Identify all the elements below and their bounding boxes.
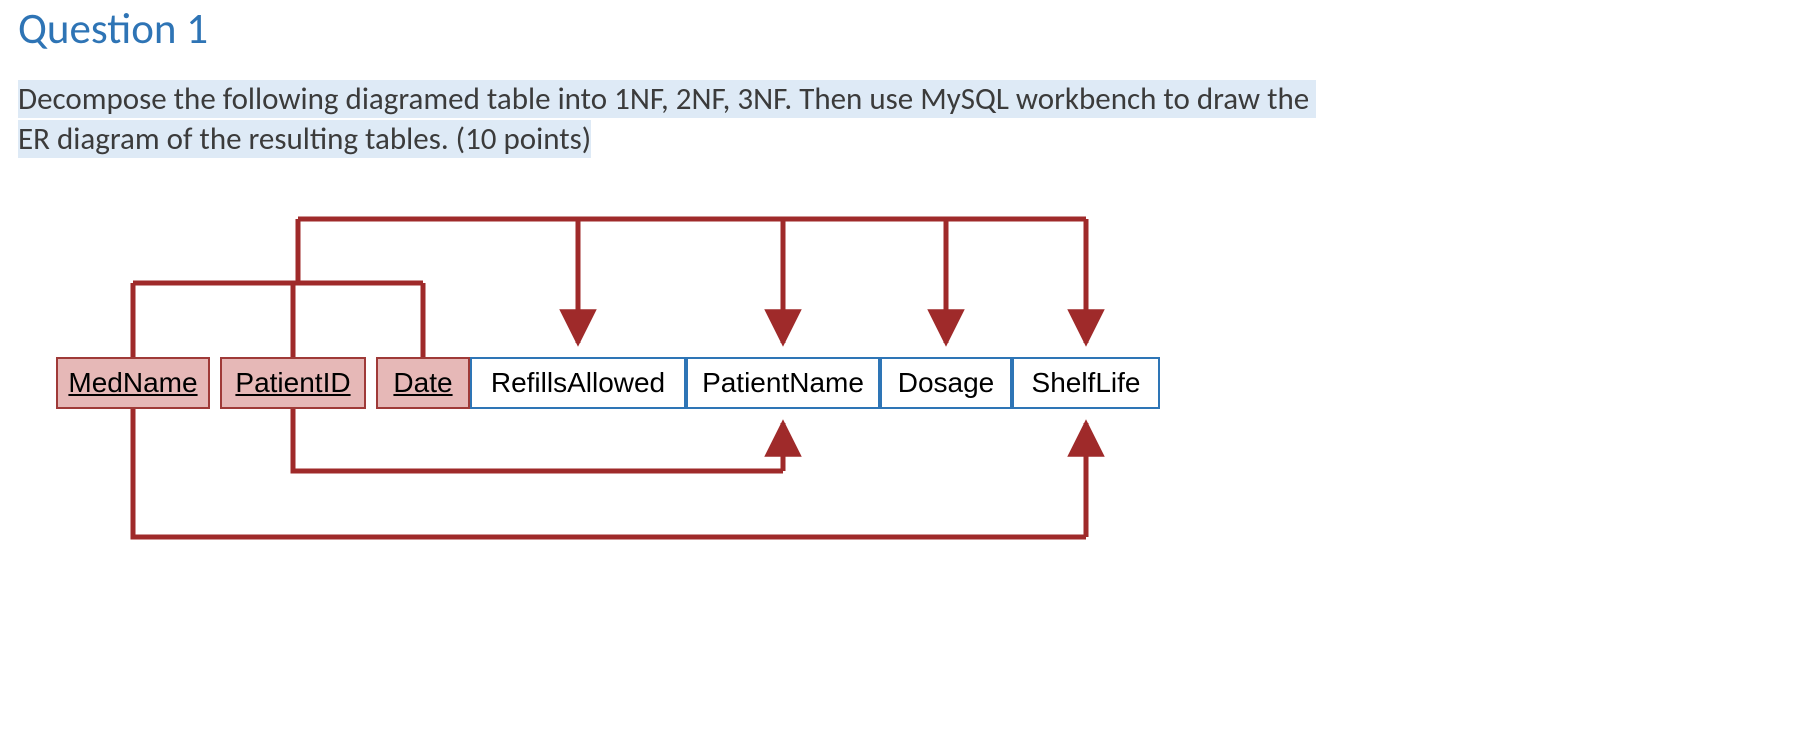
- cell-patientname: PatientName: [686, 357, 880, 409]
- cell-medname: MedName: [56, 357, 210, 409]
- page: Question 1 Decompose the following diagr…: [0, 0, 1814, 742]
- question-prompt: Decompose the following diagramed table …: [18, 80, 1124, 159]
- gap: [366, 357, 376, 409]
- cell-refillsallowed: RefillsAllowed: [470, 357, 686, 409]
- cell-shelflife: ShelfLife: [1012, 357, 1160, 409]
- prompt-line-2: ER diagram of the resulting tables. (10 …: [18, 120, 591, 158]
- prompt-line-1: Decompose the following diagramed table …: [18, 80, 1316, 118]
- question-title: Question 1: [18, 2, 208, 55]
- gap: [210, 357, 220, 409]
- cell-dosage: Dosage: [880, 357, 1012, 409]
- cell-patientid: PatientID: [220, 357, 366, 409]
- cell-date: Date: [376, 357, 470, 409]
- relation-row: MedName PatientID Date RefillsAllowed Pa…: [56, 357, 1160, 409]
